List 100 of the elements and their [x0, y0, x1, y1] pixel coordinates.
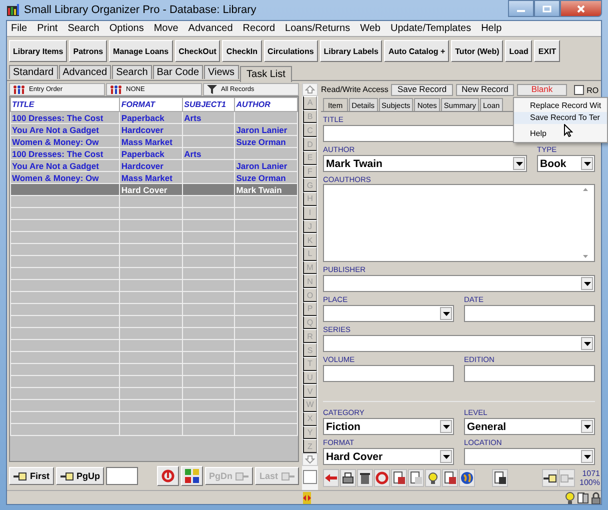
nav-button[interactable]: PgUp — [56, 467, 104, 485]
dropdown-field[interactable]: Book — [537, 155, 595, 172]
toolbar-button[interactable]: Library Labels — [320, 40, 382, 62]
ro-checkbox[interactable] — [574, 85, 584, 95]
toolbar-button[interactable]: EXIT — [534, 40, 560, 62]
record-button[interactable]: New Record — [456, 84, 514, 96]
toolbar-button[interactable]: CheckIn — [222, 40, 262, 62]
table-cell: Arts — [184, 112, 202, 122]
scroll-up-button[interactable] — [302, 83, 318, 96]
caret-icon — [584, 424, 590, 428]
table-cell: Hardcover — [121, 124, 164, 134]
input-field[interactable] — [464, 365, 595, 382]
toolbar-button[interactable]: Patrons — [69, 40, 108, 62]
table-cell: Jaron Lanier — [236, 160, 288, 170]
view-tab[interactable]: Bar Code — [152, 65, 204, 79]
scroll-down-button[interactable] — [302, 453, 318, 466]
record-button[interactable]: Blank — [517, 84, 567, 96]
menu-item[interactable]: Move — [154, 23, 178, 34]
menu-item[interactable]: Help — [481, 23, 502, 34]
dropdown-field[interactable]: Mark Twain — [323, 155, 527, 172]
text-area[interactable] — [323, 184, 595, 262]
column-header[interactable]: FORMAT — [120, 98, 183, 112]
input-field[interactable] — [323, 365, 454, 382]
globe-icon[interactable] — [459, 469, 475, 487]
printer-icon[interactable] — [340, 469, 356, 487]
close-icon — [576, 4, 586, 12]
dropdown-field[interactable] — [323, 305, 454, 322]
menu-item[interactable]: Search — [68, 23, 100, 34]
table-cell: Suze Orman — [236, 136, 286, 146]
caret-icon — [442, 454, 450, 458]
save-document-icon[interactable] — [492, 469, 508, 487]
color-grid-button[interactable] — [180, 466, 203, 486]
scroll-arrows-icon — [583, 187, 588, 259]
record-button[interactable]: Save Record — [391, 84, 453, 96]
table-row[interactable]: 100 Dresses: The Cost Paperback Arts — [10, 148, 298, 160]
toolbar-button[interactable]: Auto Catalog + — [384, 40, 450, 62]
checkbox[interactable] — [303, 470, 317, 484]
minimize-button[interactable] — [508, 0, 534, 17]
table-cell: You Are Not a Gadget — [12, 160, 99, 170]
menu-item[interactable]: Advanced — [188, 23, 233, 34]
caret-icon — [442, 424, 450, 428]
column-header[interactable]: SUBJECT1 — [182, 98, 235, 112]
ro-label: RO — [586, 86, 599, 94]
view-tab[interactable]: Views — [204, 65, 239, 79]
caret-icon — [584, 342, 590, 346]
view-tab[interactable]: Advanced — [58, 65, 112, 79]
table-cell: Hard Cover — [121, 184, 168, 194]
table-row[interactable]: Women & Money: Ow Mass Market Suze Orman — [10, 136, 298, 148]
lock-icon — [591, 492, 601, 504]
close-button[interactable] — [560, 0, 602, 17]
trash-icon[interactable] — [357, 469, 373, 487]
refresh-icon[interactable] — [374, 469, 390, 487]
window-title: Small Library Organizer Pro - Database: Library — [24, 4, 256, 16]
menu-item[interactable]: Save Record To Ter — [514, 112, 607, 124]
funnel-icon — [207, 85, 217, 94]
table-row[interactable]: You Are Not a Gadget Hardcover Jaron Lanier — [10, 160, 298, 172]
maximize-button[interactable] — [534, 0, 560, 17]
table-row[interactable]: 100 Dresses: The Cost Paperback Arts — [10, 112, 298, 124]
table-row[interactable]: You Are Not a Gadget Hardcover Jaron Lanier — [10, 124, 298, 136]
dropdown-field[interactable] — [323, 335, 595, 352]
stat-text: 1071 — [582, 469, 600, 478]
nav-button[interactable]: First — [9, 467, 54, 485]
menu-item[interactable]: Web — [360, 23, 380, 34]
column-header[interactable]: TITLE — [10, 98, 120, 112]
column-header[interactable]: AUTHOR — [234, 98, 298, 112]
toolbar-button[interactable]: CheckOut — [174, 40, 220, 62]
document-icon[interactable] — [391, 469, 407, 487]
toolbar-button[interactable]: Tutor (Web) — [451, 40, 504, 62]
menu-item[interactable]: Help — [514, 128, 607, 140]
dropdown-field[interactable]: Hard Cover — [323, 448, 454, 465]
toolbar-button[interactable]: Library Items — [9, 40, 68, 62]
dropdown-field[interactable]: Fiction — [323, 418, 454, 435]
table-cell: You Are Not a Gadget — [12, 124, 99, 134]
toolbar-button[interactable]: Circulations — [264, 40, 318, 62]
view-tab[interactable]: Task List — [240, 66, 292, 82]
dropdown-field[interactable] — [464, 448, 595, 465]
menu-item[interactable]: Record — [242, 23, 276, 34]
stat-text: 100% — [580, 478, 600, 487]
dropdown-field[interactable] — [323, 275, 595, 292]
dropdown-field[interactable]: General — [464, 418, 595, 435]
view-tab[interactable]: Standard — [9, 65, 58, 79]
menu-item[interactable]: File — [11, 23, 28, 34]
document-icon[interactable] — [408, 469, 424, 487]
table-row[interactable]: Hard Cover Mark Twain — [10, 184, 298, 196]
mouse-pointer-icon — [564, 124, 573, 137]
toolbar-button[interactable]: Load — [505, 40, 532, 62]
record-number-field[interactable] — [106, 467, 138, 485]
menu-item[interactable]: Options — [109, 23, 144, 34]
toolbar-button[interactable]: Manage Loans — [109, 40, 173, 62]
caret-icon — [584, 282, 590, 286]
menu-item[interactable]: Update/Templates — [390, 23, 472, 34]
lightbulb-icon[interactable] — [425, 469, 441, 487]
view-tab[interactable]: Search — [112, 65, 152, 79]
document-icon[interactable] — [442, 469, 458, 487]
menu-item[interactable]: Replace Record Wit — [514, 100, 607, 112]
menu-item[interactable]: Loans/Returns — [285, 23, 350, 34]
input-field[interactable] — [464, 305, 595, 322]
caret-icon — [584, 454, 590, 458]
refresh-button[interactable] — [156, 466, 179, 486]
menu-item[interactable]: Print — [37, 23, 58, 34]
